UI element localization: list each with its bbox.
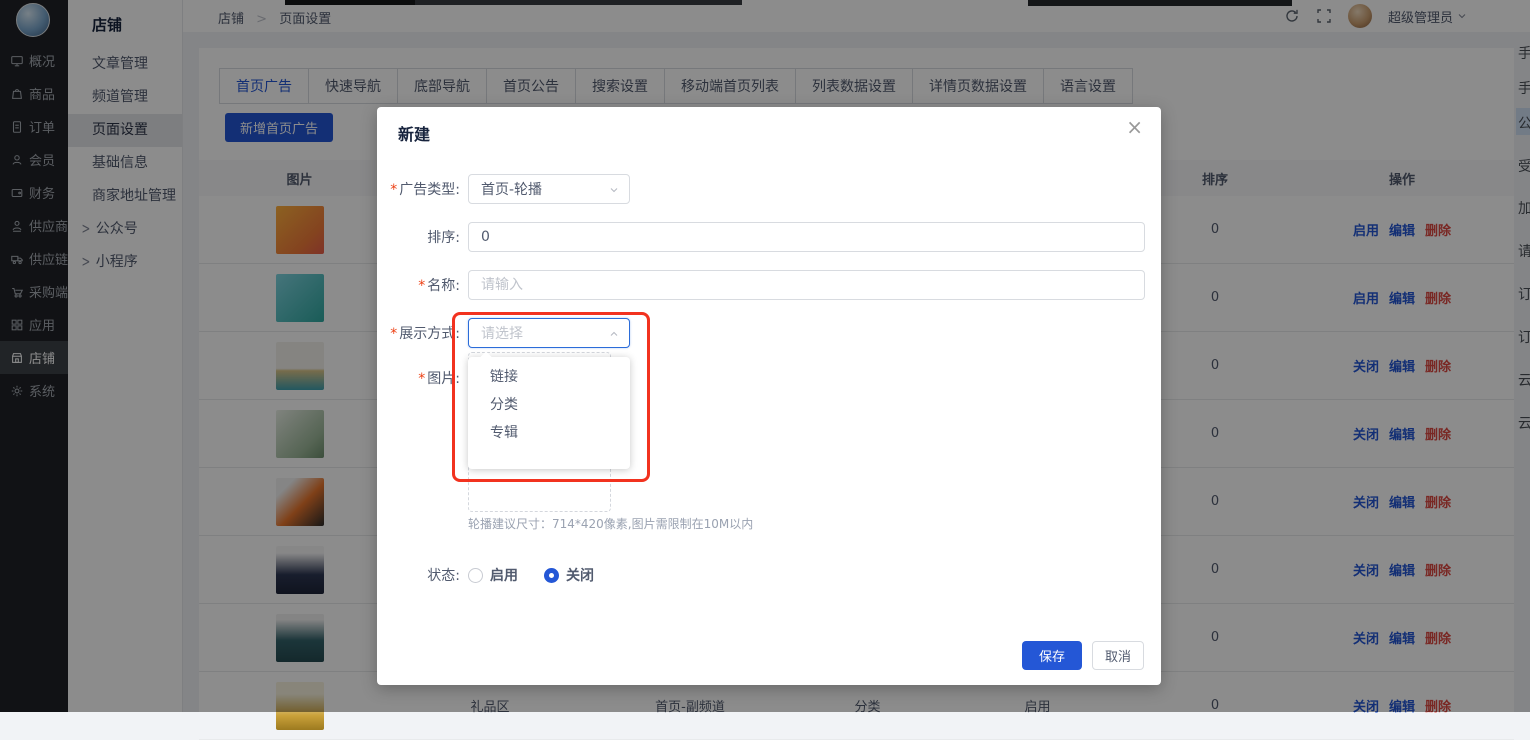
ad-type-label: *广告类型: bbox=[390, 179, 460, 199]
radio-enable[interactable] bbox=[468, 568, 483, 583]
radio-disable-label[interactable]: 关闭 bbox=[566, 565, 594, 585]
option-link[interactable]: 链接 bbox=[468, 363, 630, 391]
name-input[interactable] bbox=[468, 270, 1145, 300]
create-ad-modal: 新建 × *广告类型: 首页-轮播 排序: *名称: *展示方式: 请选择 *图… bbox=[377, 107, 1161, 685]
ad-type-select[interactable]: 首页-轮播 bbox=[468, 174, 630, 204]
ad-type-value: 首页-轮播 bbox=[481, 179, 542, 199]
image-label: *图片: bbox=[390, 368, 460, 388]
save-button[interactable]: 保存 bbox=[1022, 641, 1082, 670]
name-label: *名称: bbox=[390, 275, 460, 295]
modal-title: 新建 bbox=[398, 121, 430, 145]
close-icon[interactable]: × bbox=[1126, 117, 1143, 137]
display-mode-dropdown: 链接 分类 专辑 bbox=[468, 357, 630, 469]
option-album[interactable]: 专辑 bbox=[468, 419, 630, 447]
chevron-down-icon bbox=[608, 184, 620, 196]
display-mode-placeholder: 请选择 bbox=[481, 323, 523, 343]
image-size-hint: 轮播建议尺寸：714*420像素,图片需限制在10M以内 bbox=[468, 515, 753, 532]
display-mode-label: *展示方式: bbox=[390, 323, 460, 343]
sort-input[interactable] bbox=[468, 222, 1145, 252]
chevron-up-icon bbox=[608, 328, 620, 340]
option-category[interactable]: 分类 bbox=[468, 391, 630, 419]
cancel-button[interactable]: 取消 bbox=[1092, 641, 1144, 670]
display-mode-select[interactable]: 请选择 bbox=[468, 318, 630, 348]
radio-disable[interactable] bbox=[544, 568, 559, 583]
sort-label: 排序: bbox=[390, 227, 460, 247]
radio-enable-label[interactable]: 启用 bbox=[490, 565, 518, 585]
status-label: 状态: bbox=[390, 565, 460, 585]
